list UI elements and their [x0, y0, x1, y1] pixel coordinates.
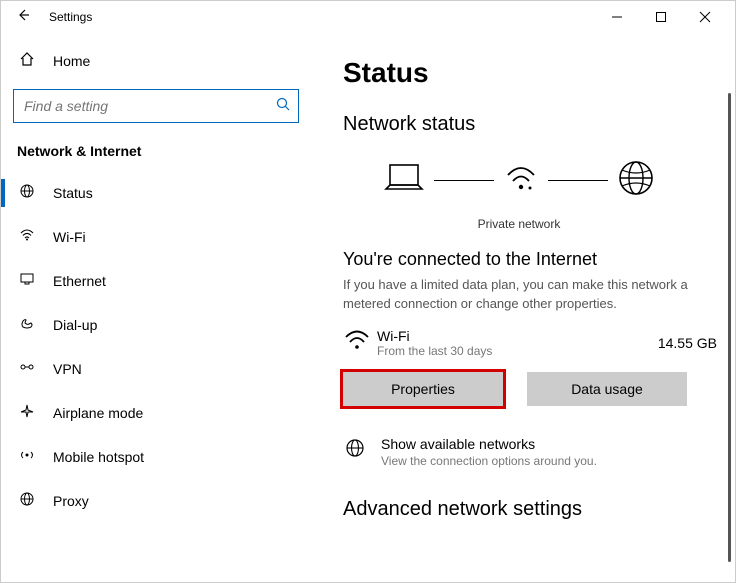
vpn-icon — [17, 359, 37, 379]
home-nav[interactable]: Home — [1, 41, 311, 81]
dialup-icon — [17, 315, 37, 335]
airplane-icon — [17, 403, 37, 423]
sidebar-item-hotspot[interactable]: Mobile hotspot — [1, 435, 311, 479]
section-network-status: Network status — [343, 113, 735, 136]
network-diagram — [343, 154, 735, 207]
page-title: Status — [343, 57, 735, 89]
available-desc: View the connection options around you. — [381, 454, 597, 468]
sidebar-item-status[interactable]: Status — [1, 171, 311, 215]
sidebar-item-proxy[interactable]: Proxy — [1, 479, 311, 523]
minimize-button[interactable] — [595, 2, 639, 32]
sidebar-item-label: Status — [53, 185, 93, 201]
sidebar-item-label: Dial-up — [53, 317, 97, 333]
wifi-usage-value: 14.55 GB — [658, 335, 717, 351]
wifi-icon — [343, 328, 377, 358]
maximize-button[interactable] — [639, 2, 683, 32]
sidebar-item-label: Airplane mode — [53, 405, 143, 421]
advanced-heading: Advanced network settings — [343, 498, 735, 521]
close-button[interactable] — [683, 2, 727, 32]
sidebar-item-label: Ethernet — [53, 273, 106, 289]
available-title: Show available networks — [381, 436, 597, 452]
sidebar-section-header: Network & Internet — [1, 135, 311, 171]
connected-description: If you have a limited data plan, you can… — [343, 276, 735, 314]
globe-icon — [616, 158, 656, 203]
sidebar-item-label: Mobile hotspot — [53, 449, 144, 465]
wifi-signal-icon — [502, 161, 540, 200]
hotspot-icon — [17, 447, 37, 467]
wifi-usage-row: Wi-Fi From the last 30 days 14.55 GB — [343, 328, 735, 358]
sidebar-item-label: Wi-Fi — [53, 229, 86, 245]
scrollbar[interactable] — [728, 93, 731, 562]
search-icon — [276, 97, 290, 116]
status-icon — [17, 183, 37, 203]
home-icon — [17, 51, 37, 72]
back-button[interactable] — [9, 8, 37, 27]
sidebar-item-wifi[interactable]: Wi-Fi — [1, 215, 311, 259]
properties-button[interactable]: Properties — [343, 372, 503, 406]
window-title: Settings — [49, 10, 92, 24]
proxy-icon — [17, 491, 37, 511]
home-label: Home — [53, 53, 90, 69]
ethernet-icon — [17, 271, 37, 291]
sidebar-item-vpn[interactable]: VPN — [1, 347, 311, 391]
titlebar: Settings — [1, 1, 735, 33]
data-usage-button[interactable]: Data usage — [527, 372, 687, 406]
show-available-networks[interactable]: Show available networks View the connect… — [343, 436, 735, 468]
main-content: Status Network status Private network Yo… — [311, 33, 735, 582]
sidebar-item-dialup[interactable]: Dial-up — [1, 303, 311, 347]
search-input-wrap[interactable] — [13, 89, 299, 123]
search-input[interactable] — [24, 98, 276, 114]
sidebar-item-label: VPN — [53, 361, 82, 377]
diagram-caption: Private network — [343, 207, 735, 249]
connected-heading: You're connected to the Internet — [343, 249, 735, 270]
wifi-icon — [17, 227, 37, 247]
wifi-name: Wi-Fi — [377, 328, 658, 344]
sidebar-item-label: Proxy — [53, 493, 89, 509]
sidebar-item-ethernet[interactable]: Ethernet — [1, 259, 311, 303]
wifi-subtext: From the last 30 days — [377, 344, 658, 358]
globe-icon — [343, 436, 367, 463]
sidebar-item-airplane[interactable]: Airplane mode — [1, 391, 311, 435]
sidebar-nav: Status Wi-Fi Ethernet Dial-up VPN — [1, 171, 311, 523]
sidebar: Home Network & Internet Status — [1, 33, 311, 582]
laptop-icon — [382, 161, 426, 200]
